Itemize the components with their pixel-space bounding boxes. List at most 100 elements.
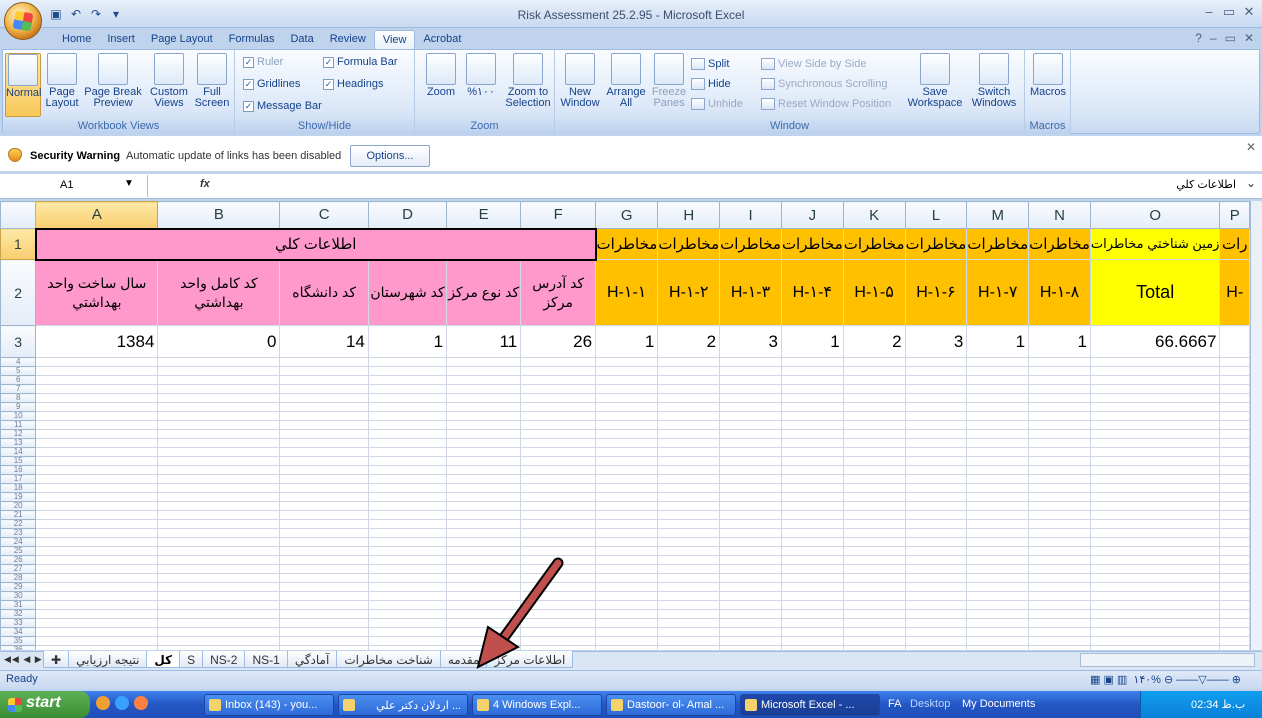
row-header[interactable]: 25 (0, 546, 37, 556)
cell[interactable] (719, 564, 782, 574)
cell[interactable] (279, 456, 369, 466)
sheet-tab[interactable]: NS-1 (244, 651, 288, 668)
cell[interactable] (595, 645, 659, 650)
cell[interactable] (1219, 357, 1250, 367)
cell[interactable] (157, 492, 281, 502)
cell[interactable] (780, 438, 844, 448)
cell[interactable] (367, 564, 448, 574)
normal-view-button[interactable]: Normal (5, 53, 41, 117)
cell[interactable] (279, 474, 369, 484)
cell[interactable] (279, 429, 369, 439)
cell[interactable] (157, 564, 281, 574)
cell[interactable] (904, 447, 968, 457)
cell[interactable] (35, 438, 159, 448)
cell[interactable] (966, 501, 1030, 511)
cell[interactable] (966, 483, 1030, 493)
cell[interactable] (1028, 636, 1091, 646)
cell-h2[interactable]: H-۱-۲ (657, 259, 721, 326)
cell[interactable] (367, 537, 448, 547)
cell[interactable] (1028, 645, 1091, 650)
cell[interactable] (842, 609, 906, 619)
cell[interactable] (966, 384, 1030, 394)
cell[interactable] (35, 609, 159, 619)
cell[interactable] (904, 429, 968, 439)
cell[interactable] (719, 636, 782, 646)
cell[interactable] (657, 420, 721, 430)
cell[interactable] (1089, 402, 1221, 412)
cell[interactable] (446, 429, 522, 439)
split-button[interactable]: Split (691, 58, 729, 70)
cell[interactable] (657, 582, 721, 592)
unhide-button[interactable]: Unhide (691, 98, 743, 110)
cell[interactable] (367, 438, 448, 448)
cell[interactable] (1089, 438, 1221, 448)
row-header[interactable]: 36 (0, 645, 37, 650)
cell[interactable] (1028, 375, 1091, 385)
workbook-restore-icon[interactable]: ▭ (1225, 31, 1236, 45)
cell[interactable] (35, 600, 159, 610)
cell[interactable] (719, 456, 782, 466)
cell[interactable] (1219, 528, 1250, 538)
cell[interactable] (35, 483, 159, 493)
cell[interactable] (842, 411, 906, 421)
cell[interactable] (446, 402, 522, 412)
cell[interactable] (1089, 645, 1221, 650)
cell[interactable] (657, 564, 721, 574)
cell[interactable] (842, 546, 906, 556)
cell[interactable] (367, 546, 448, 556)
cell[interactable] (657, 447, 721, 457)
cell[interactable] (719, 519, 782, 529)
cell[interactable] (904, 492, 968, 502)
cell[interactable] (367, 429, 448, 439)
tab-home[interactable]: Home (54, 30, 99, 50)
cell[interactable] (157, 573, 281, 583)
cell[interactable] (520, 528, 597, 538)
cell[interactable] (1219, 600, 1250, 610)
cell[interactable] (595, 501, 659, 511)
col-header-m[interactable]: M (966, 201, 1030, 229)
desktop-toolbar[interactable]: Desktop (910, 698, 950, 710)
cell[interactable] (657, 555, 721, 565)
cell[interactable] (279, 609, 369, 619)
cell[interactable] (966, 366, 1030, 376)
cell[interactable] (780, 519, 844, 529)
cell[interactable] (595, 636, 659, 646)
cell[interactable] (367, 384, 448, 394)
cell[interactable] (279, 555, 369, 565)
cell[interactable] (657, 609, 721, 619)
cell-i3[interactable]: 3 (719, 325, 782, 358)
cell[interactable] (657, 393, 721, 403)
cell[interactable] (157, 393, 281, 403)
language-indicator[interactable]: FA (888, 698, 901, 710)
cell[interactable] (842, 393, 906, 403)
cell[interactable] (966, 645, 1030, 650)
cell[interactable] (1028, 366, 1091, 376)
cell[interactable] (35, 429, 159, 439)
cell[interactable] (367, 420, 448, 430)
cell[interactable] (780, 411, 844, 421)
cell[interactable] (367, 555, 448, 565)
cell-c2[interactable]: كد دانشگاه (279, 259, 369, 326)
cell[interactable] (520, 456, 597, 466)
cell[interactable] (904, 357, 968, 367)
col-header-k[interactable]: K (842, 201, 906, 229)
cell[interactable] (367, 636, 448, 646)
cell[interactable] (842, 636, 906, 646)
cell[interactable] (35, 375, 159, 385)
macros-button[interactable]: Macros (1029, 53, 1067, 98)
cell[interactable] (1028, 411, 1091, 421)
col-header-i[interactable]: I (719, 201, 782, 229)
cell-l1[interactable]: مخاطرات (904, 228, 968, 260)
cell[interactable] (780, 366, 844, 376)
cell[interactable] (780, 627, 844, 637)
security-options-button[interactable]: Options... (350, 145, 430, 167)
cell[interactable] (279, 420, 369, 430)
row-header-1[interactable]: 1 (0, 228, 37, 260)
row-header[interactable]: 9 (0, 402, 37, 412)
cell[interactable] (1089, 447, 1221, 457)
row-header[interactable]: 6 (0, 375, 37, 385)
cell[interactable] (157, 591, 281, 601)
cell[interactable] (719, 429, 782, 439)
cell[interactable] (1219, 564, 1250, 574)
row-header[interactable]: 13 (0, 438, 37, 448)
